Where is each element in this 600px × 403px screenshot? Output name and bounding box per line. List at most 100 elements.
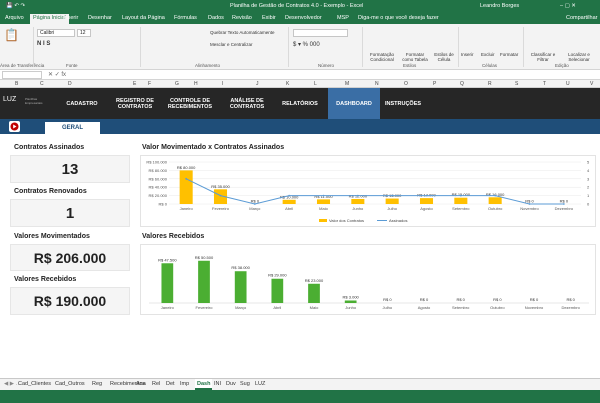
sheet-tab-sug[interactable]: Sug [240, 381, 250, 387]
column-header[interactable]: H [194, 81, 198, 87]
merge-center-button[interactable]: Mesclar e Centralizar [210, 42, 253, 47]
paste-icon[interactable]: 📋 [4, 28, 19, 42]
column-header[interactable]: M [345, 81, 349, 87]
column-header[interactable]: R [488, 81, 492, 87]
percent-icon[interactable]: $ ▾ % 000 [293, 41, 320, 48]
line-point [494, 194, 497, 197]
delete-cells-button[interactable]: Excluir [481, 52, 495, 57]
tab-exibir[interactable]: Exibir [262, 15, 276, 21]
find-select-button[interactable]: Localizar e Selecionar [560, 52, 598, 62]
tab-arquivo[interactable]: Arquivo [5, 15, 24, 21]
share-button[interactable]: Compartilhar [566, 15, 597, 21]
y-tick-label: R$ 20.000 [149, 193, 168, 198]
sheet-tab-rel[interactable]: Rel [152, 381, 160, 387]
x-tick-label: Dezembro [555, 206, 574, 211]
sheet-tab-duv[interactable]: Duv [226, 381, 236, 387]
cell-styles-button[interactable]: Estilos de Célula [432, 52, 456, 62]
x-tick-label: Março [235, 305, 247, 310]
tab-desenhar[interactable]: Desenhar [88, 15, 112, 21]
number-format-select[interactable] [293, 29, 348, 37]
insert-cells-button[interactable]: Inserir [461, 52, 474, 57]
value-valores-recebidos: R$ 190.000 [10, 287, 130, 315]
column-header[interactable]: Q [460, 81, 464, 87]
bold-italic-underline-icon[interactable]: N I S [37, 41, 50, 47]
sheet-tab-ini[interactable]: INI [214, 381, 221, 387]
name-box[interactable] [2, 71, 42, 79]
tab-geral[interactable]: GERAL [45, 122, 100, 134]
tab-formulas[interactable]: Fórmulas [174, 15, 197, 21]
column-header[interactable]: V [590, 81, 593, 87]
label-contratos-renovados: Contratos Renovados [14, 188, 87, 195]
font-name-select[interactable]: Calibri [37, 29, 75, 37]
column-header[interactable]: B [15, 81, 18, 87]
tab-revisao[interactable]: Revisão [232, 15, 252, 21]
save-icon[interactable]: 💾 ↶ ↷ [6, 3, 25, 9]
tab-layout[interactable]: Layout da Página [122, 15, 165, 21]
line-point [322, 194, 325, 197]
x-tick-label: Março [249, 206, 261, 211]
column-header[interactable]: S [515, 81, 518, 87]
sheet-tab-det[interactable]: Det [166, 381, 175, 387]
nav-controle-recebimentos[interactable]: CONTROLE DE RECEBIMENTOS [165, 88, 215, 119]
tab-dados[interactable]: Dados [208, 15, 224, 21]
column-header[interactable]: U [566, 81, 570, 87]
sheet-tab-ana[interactable]: Ana [136, 381, 146, 387]
column-header[interactable]: I [222, 81, 223, 87]
bar [454, 197, 468, 204]
tab-msp[interactable]: MSP [337, 15, 349, 21]
nav-instrucoes[interactable]: INSTRUÇÕES [382, 88, 424, 119]
sheet-tab-dash[interactable]: Dash [195, 379, 213, 390]
sheet-tab-cad_clientes[interactable]: Cad_Clientes [18, 381, 51, 387]
value-contratos-assinados: 13 [10, 155, 130, 183]
sheet-tab-imp[interactable]: Imp [180, 381, 189, 387]
sort-filter-button[interactable]: Classificar e Filtrar [526, 52, 560, 62]
group-alignment: Alinhamento [195, 63, 221, 68]
line-point [219, 194, 222, 197]
tab-desenvolvedor[interactable]: Desenvolvedor [285, 15, 322, 21]
y2-tick-label: 2 [587, 185, 590, 190]
x-tick-label: Novembro [525, 305, 544, 310]
data-label: R$ 15.000 [452, 192, 471, 197]
column-header[interactable]: G [175, 81, 179, 87]
column-header[interactable]: T [543, 81, 546, 87]
nav-relatorios[interactable]: RELATÓRIOS [275, 88, 325, 119]
conditional-format-button[interactable]: Formatação Condicional [366, 52, 398, 62]
tell-me-search[interactable]: Diga-me o que você deseja fazer [358, 15, 439, 21]
chart1-svg: R$ 0 R$ 20.000 R$ 40.000 R$ 60.000 R$ 80.000… [146, 160, 590, 224]
wrap-text-button[interactable]: Quebrar Texto Automaticamente [210, 30, 274, 35]
column-header[interactable]: N [375, 81, 379, 87]
nav-analise-contratos[interactable]: ANÁLISE DE CONTRATOS [222, 88, 272, 119]
play-icon[interactable] [9, 121, 20, 132]
column-header[interactable]: E [133, 81, 136, 87]
sheet-tab-reg[interactable]: Reg [92, 381, 102, 387]
sheet-tab-cad_outros[interactable]: Cad_Outros [55, 381, 85, 387]
logo-text: LUZ [3, 96, 17, 103]
group-styles: Estilos [403, 63, 417, 68]
nav-cadastro[interactable]: CADASTRO [60, 88, 104, 119]
label-valores-recebidos: Valores Recebidos [14, 276, 77, 283]
line-point [425, 194, 428, 197]
sheet-tab-luz[interactable]: LUZ [255, 381, 265, 387]
column-header[interactable]: O [404, 81, 408, 87]
column-header[interactable]: F [148, 81, 151, 87]
column-header[interactable]: D [68, 81, 72, 87]
format-table-button[interactable]: Formatar como Tabela [400, 52, 430, 62]
x-tick-label: Maio [310, 305, 319, 310]
tab-inserir[interactable]: Inserir [63, 15, 78, 21]
formula-bar[interactable]: ✕ ✓ fx [0, 70, 600, 80]
nav-dashboard[interactable]: DASHBOARD [328, 88, 380, 119]
column-header[interactable]: L [314, 81, 317, 87]
label-valores-movimentados: Valores Movimentados [14, 233, 90, 240]
nav-registro-contratos[interactable]: REGISTRO DE CONTRATOS [110, 88, 160, 119]
format-cells-button[interactable]: Formatar [500, 52, 518, 57]
y2-tick-label: 5 [587, 160, 590, 165]
user-name[interactable]: Leandro Borges [480, 3, 519, 9]
column-header[interactable]: C [40, 81, 44, 87]
column-header[interactable]: J [256, 81, 259, 87]
font-size-select[interactable]: 12 [77, 29, 91, 37]
y-tick-label: R$ 60.000 [149, 176, 168, 181]
window-controls-icon[interactable]: – ▢ ✕ [560, 3, 576, 9]
data-label: R$ 0 [456, 297, 465, 302]
column-header[interactable]: K [286, 81, 289, 87]
column-header[interactable]: P [433, 81, 436, 87]
